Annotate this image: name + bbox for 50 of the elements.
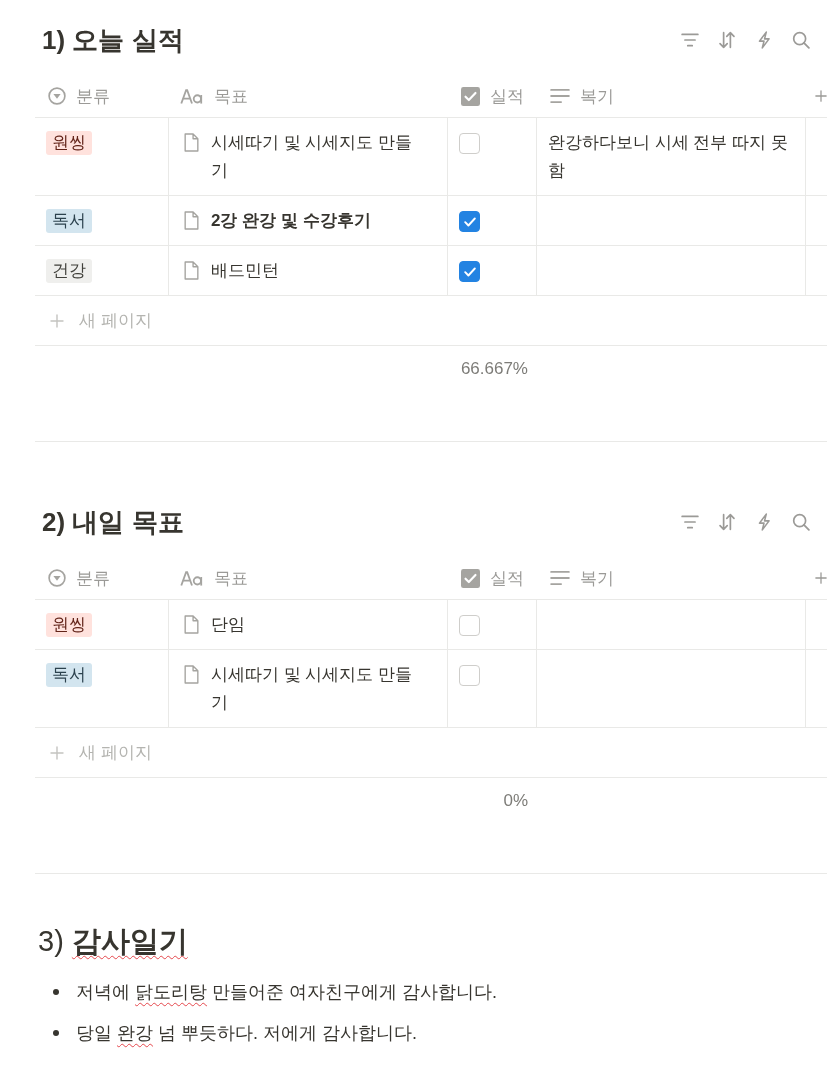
lines-icon [550, 570, 570, 586]
summary-value: 66.667% [460, 359, 528, 379]
dropdown-icon [48, 569, 66, 587]
page-title[interactable]: 시세따기 및 시세지도 만들기 [211, 661, 417, 717]
text-type-icon [180, 570, 204, 586]
document-icon [184, 133, 199, 152]
page-title[interactable]: 시세따기 및 시세지도 만들기 [211, 129, 417, 185]
sort-icon[interactable] [718, 31, 736, 49]
checkmark-icon [463, 216, 476, 227]
dropdown-icon [48, 87, 66, 105]
document-icon [184, 615, 199, 634]
page-title[interactable]: 2강 완강 및 수강후기 [211, 207, 371, 235]
section-heading: 3) 감사일기 [37, 924, 189, 959]
category-tag[interactable]: 독서 [46, 209, 92, 233]
bullet-icon [53, 989, 59, 995]
document-icon [184, 261, 199, 280]
section-heading: 1) 오늘 실적 [41, 24, 184, 57]
plus-icon [50, 745, 64, 760]
checkbox-icon [461, 568, 480, 588]
add-column-icon[interactable] [815, 572, 827, 584]
category-tag[interactable]: 원씽 [46, 613, 92, 637]
checkbox-icon [461, 86, 480, 106]
category-tag[interactable]: 독서 [46, 663, 92, 687]
document-icon [184, 211, 199, 230]
checkmark-icon [463, 266, 476, 277]
page-title[interactable]: 배드민턴 [211, 257, 279, 285]
review-text: 완강하다보니 시세 전부 따지 못함 [548, 133, 788, 180]
checkbox[interactable] [459, 261, 480, 282]
bullet-text: 당일 완강 넘 뿌듯하다. 저에게 감사합니다. [76, 1022, 418, 1045]
checkbox[interactable] [459, 665, 480, 686]
section-heading: 2) 내일 목표 [41, 506, 184, 539]
add-column-icon[interactable] [815, 90, 827, 102]
search-icon[interactable] [792, 31, 810, 49]
checkbox[interactable] [459, 615, 480, 636]
category-tag[interactable]: 원씽 [46, 131, 92, 155]
filter-icon[interactable] [681, 31, 699, 49]
search-icon[interactable] [792, 513, 810, 531]
summary-value: 0% [503, 791, 528, 811]
category-tag[interactable]: 건강 [46, 259, 92, 283]
sort-icon[interactable] [718, 513, 736, 531]
bullet-text: 저녁에 닭도리탕 만들어준 여자친구에게 감사합니다. [76, 981, 498, 1004]
document-icon [184, 665, 199, 684]
filter-icon[interactable] [681, 513, 699, 531]
checkbox[interactable] [459, 211, 480, 232]
text-type-icon [180, 88, 204, 104]
checkbox[interactable] [459, 133, 480, 154]
plus-icon [50, 313, 64, 328]
bullet-icon [53, 1030, 59, 1036]
page-title[interactable]: 단임 [211, 611, 245, 639]
lines-icon [550, 88, 570, 104]
